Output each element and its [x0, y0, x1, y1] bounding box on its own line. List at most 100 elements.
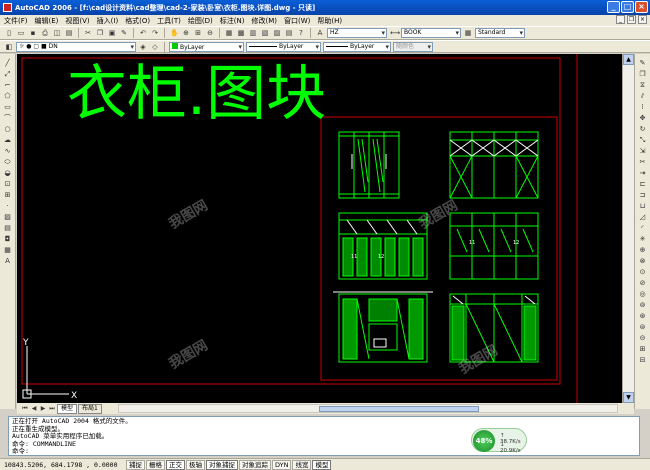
copy-icon[interactable]: ❐: [95, 28, 105, 38]
make-current-layer-icon[interactable]: ◈: [138, 42, 148, 52]
offset-icon[interactable]: ⫽: [637, 90, 649, 100]
break-icon[interactable]: ⊐: [637, 189, 649, 199]
lineweight-combo[interactable]: ByLayer: [323, 41, 391, 52]
copy-object-icon[interactable]: ❐: [637, 68, 649, 78]
new-icon[interactable]: ▯: [4, 28, 14, 38]
join-icon[interactable]: ⊔: [637, 200, 649, 210]
open-icon[interactable]: ▭: [16, 28, 26, 38]
region-icon[interactable]: ◘: [2, 233, 14, 243]
hatch-icon[interactable]: ▨: [2, 211, 14, 221]
circle-icon[interactable]: ○: [2, 123, 14, 133]
menu-view[interactable]: 视图(V): [65, 16, 89, 26]
menu-edit[interactable]: 编辑(E): [35, 16, 59, 26]
make-block-icon[interactable]: ⊞: [2, 189, 14, 199]
properties-icon[interactable]: ▦: [224, 28, 234, 38]
toggle-osnap[interactable]: 对象捕捉: [206, 459, 238, 470]
scroll-down-arrow[interactable]: ▼: [623, 392, 634, 403]
plot-style-combo[interactable]: 随颜色: [393, 41, 433, 52]
object-snap-3-icon[interactable]: ⊙: [637, 266, 649, 276]
object-snap-9-icon[interactable]: ⊝: [637, 332, 649, 342]
next-tab-arrow[interactable]: ▶: [39, 405, 47, 413]
paste-icon[interactable]: ▣: [107, 28, 117, 38]
arc-icon[interactable]: ⌒: [2, 112, 14, 122]
layer-manager-icon[interactable]: ◧: [4, 42, 14, 52]
array-icon[interactable]: ⁞: [637, 101, 649, 111]
scroll-thumb[interactable]: [319, 406, 479, 412]
menu-modify[interactable]: 修改(M): [251, 16, 277, 26]
tool-palettes-icon[interactable]: ▥: [248, 28, 258, 38]
minimize-button[interactable]: _: [607, 1, 620, 13]
cut-icon[interactable]: ✂: [83, 28, 93, 38]
layer-previous-icon[interactable]: ◇: [150, 42, 160, 52]
ellipse-icon[interactable]: ⬭: [2, 156, 14, 166]
preview-icon[interactable]: ◫: [52, 28, 62, 38]
explode-icon[interactable]: ✳: [637, 233, 649, 243]
vertical-scrollbar[interactable]: ▲ ▼: [622, 54, 634, 403]
match-properties-icon[interactable]: ✎: [119, 28, 129, 38]
toggle-model[interactable]: 模型: [312, 459, 332, 470]
extend-icon[interactable]: ⇥: [637, 167, 649, 177]
table-style-combo[interactable]: Standard: [475, 28, 525, 38]
sheet-set-icon[interactable]: ▧: [260, 28, 270, 38]
insert-block-icon[interactable]: ⊡: [2, 178, 14, 188]
text-style-combo[interactable]: HZ: [327, 28, 387, 38]
prev-tab-arrow[interactable]: ◀: [30, 405, 38, 413]
mtext-icon[interactable]: A: [2, 255, 14, 265]
line-icon[interactable]: ╱: [2, 57, 14, 67]
move-icon[interactable]: ✥: [637, 112, 649, 122]
menu-window[interactable]: 窗口(W): [284, 16, 310, 26]
erase-icon[interactable]: ✎: [637, 57, 649, 67]
object-snap-10-icon[interactable]: ⊞: [637, 343, 649, 353]
object-snap-1-icon[interactable]: ⊕: [637, 244, 649, 254]
stretch-icon[interactable]: ⇲: [637, 145, 649, 155]
save-icon[interactable]: ▪: [28, 28, 38, 38]
design-center-icon[interactable]: ▩: [236, 28, 246, 38]
linetype-combo[interactable]: ByLayer: [246, 41, 321, 52]
toggle-otrack[interactable]: 对象追踪: [239, 459, 271, 470]
scroll-up-arrow[interactable]: ▲: [623, 54, 634, 65]
toggle-polar[interactable]: 极轴: [186, 459, 205, 470]
redo-icon[interactable]: ↷: [150, 28, 160, 38]
object-snap-6-icon[interactable]: ⊚: [637, 299, 649, 309]
object-snap-8-icon[interactable]: ⊜: [637, 321, 649, 331]
dim-style-combo[interactable]: BOOK: [401, 28, 461, 38]
close-button[interactable]: ×: [635, 1, 648, 13]
tab-layout1[interactable]: 布局1: [78, 403, 102, 414]
object-snap-4-icon[interactable]: ⊘: [637, 277, 649, 287]
break-point-icon[interactable]: ⊏: [637, 178, 649, 188]
markup-icon[interactable]: ▨: [272, 28, 282, 38]
toggle-lineweight[interactable]: 线宽: [292, 459, 312, 470]
maximize-button[interactable]: □: [621, 1, 634, 13]
menu-format[interactable]: 格式(O): [125, 16, 150, 26]
quickcalc-icon[interactable]: ▤: [284, 28, 294, 38]
last-tab-arrow[interactable]: ⏭: [48, 405, 56, 413]
rectangle-icon[interactable]: ▭: [2, 101, 14, 111]
pan-icon[interactable]: ✋: [169, 28, 179, 38]
menu-dimension[interactable]: 标注(N): [220, 16, 245, 26]
object-snap-5-icon[interactable]: ◎: [637, 288, 649, 298]
rotate-icon[interactable]: ↻: [637, 123, 649, 133]
zoom-previous-icon[interactable]: ⊖: [205, 28, 215, 38]
undo-icon[interactable]: ↶: [138, 28, 148, 38]
toggle-ortho[interactable]: 正交: [166, 459, 185, 470]
drawing-canvas[interactable]: 衣柜.图块 11 12 11 12 Y X 我图网 我图网 我图网 我图网: [17, 54, 622, 403]
polygon-icon[interactable]: ⬠: [2, 90, 14, 100]
trim-icon[interactable]: ✂: [637, 156, 649, 166]
object-snap-2-icon[interactable]: ⊗: [637, 255, 649, 265]
object-snap-7-icon[interactable]: ⊛: [637, 310, 649, 320]
color-combo[interactable]: ByLayer: [169, 41, 244, 52]
toggle-grid[interactable]: 栅格: [146, 459, 165, 470]
menu-help[interactable]: 帮助(H): [317, 16, 342, 26]
tab-model[interactable]: 模型: [57, 403, 78, 414]
scale-icon[interactable]: ⤡: [637, 134, 649, 144]
point-icon[interactable]: ·: [2, 200, 14, 210]
revcloud-icon[interactable]: ☁: [2, 134, 14, 144]
horizontal-scrollbar[interactable]: [118, 404, 618, 413]
construction-line-icon[interactable]: ⤢: [2, 68, 14, 78]
layer-combo[interactable]: ☼ ● ▢ ■ DN: [16, 41, 136, 52]
table-icon[interactable]: ▦: [2, 244, 14, 254]
spline-icon[interactable]: ∿: [2, 145, 14, 155]
gradient-icon[interactable]: ▤: [2, 222, 14, 232]
menu-file[interactable]: 文件(F): [4, 16, 28, 26]
polyline-icon[interactable]: ⌐: [2, 79, 14, 89]
